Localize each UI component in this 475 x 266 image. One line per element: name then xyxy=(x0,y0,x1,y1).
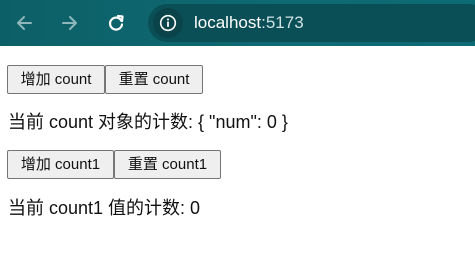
reset-count-button[interactable]: 重置 count xyxy=(105,65,203,94)
page-content: 增加 count 重置 count 当前 count 对象的计数: { "num… xyxy=(0,46,475,266)
count1-value-status: 当前 count1 值的计数: 0 xyxy=(8,198,201,218)
reload-icon xyxy=(108,14,124,31)
site-info-button[interactable] xyxy=(153,8,183,38)
arrow-right-icon xyxy=(62,16,77,30)
count-object-status: 当前 count 对象的计数: { "num": 0 } xyxy=(8,112,288,132)
url-port: :5173 xyxy=(261,13,304,32)
address-bar[interactable]: localhost:5173 xyxy=(148,4,475,42)
info-icon xyxy=(159,14,177,32)
reset-count1-button[interactable]: 重置 count1 xyxy=(114,150,221,179)
arrow-left-icon xyxy=(17,16,32,30)
url-text: localhost:5173 xyxy=(194,13,304,33)
forward-button[interactable] xyxy=(54,8,84,38)
increase-count1-button[interactable]: 增加 count1 xyxy=(7,150,114,179)
reload-button[interactable] xyxy=(101,8,131,38)
browser-toolbar: localhost:5173 xyxy=(0,0,475,46)
url-host: localhost xyxy=(194,13,262,32)
increase-count-button[interactable]: 增加 count xyxy=(7,65,105,94)
back-button[interactable] xyxy=(10,8,40,38)
